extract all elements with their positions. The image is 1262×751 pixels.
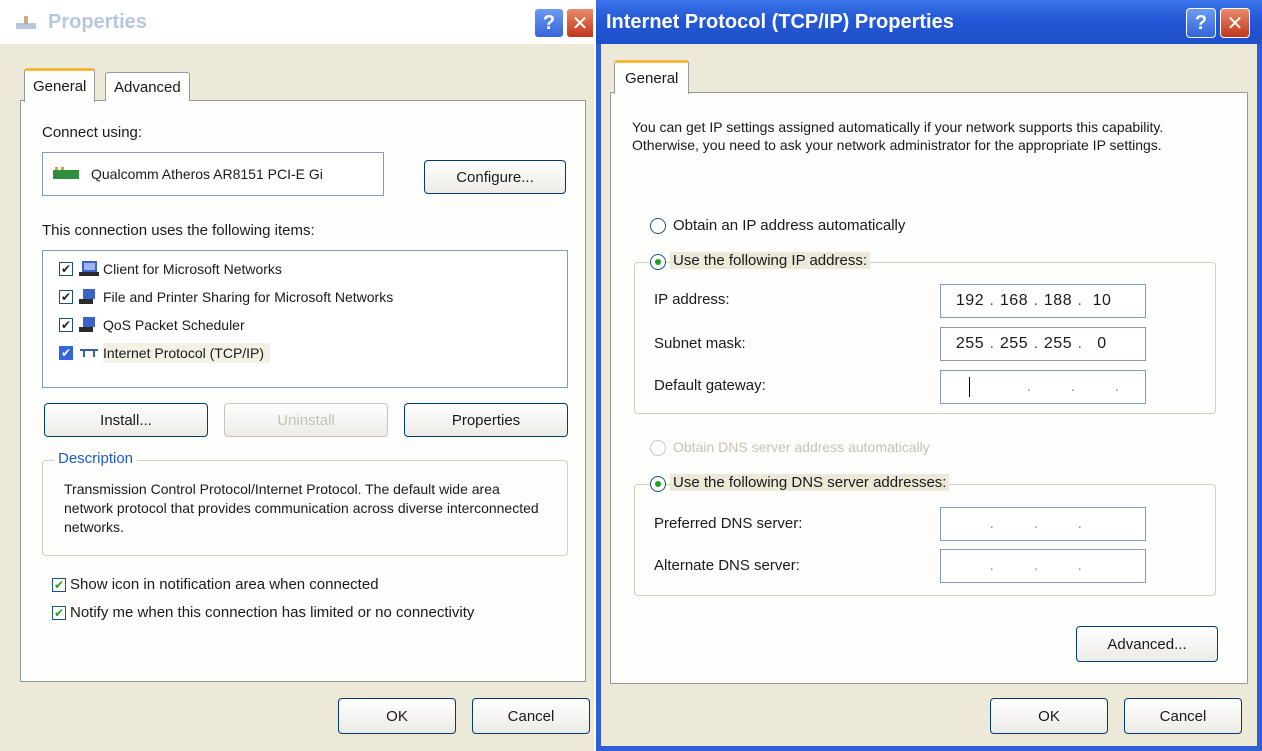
connect-using-label: Connect using: <box>42 124 143 141</box>
show-icon-option[interactable]: ✔ Show icon in notification area when co… <box>52 576 379 593</box>
show-icon-checkbox[interactable]: ✔ <box>52 577 66 592</box>
ok-button[interactable]: OK <box>338 698 456 734</box>
intro-text: You can get IP settings assigned automat… <box>632 119 1164 153</box>
configure-button[interactable]: Configure... <box>424 160 566 194</box>
use-following-dns-radio[interactable] <box>650 476 666 492</box>
list-item[interactable]: ✔ Client for Microsoft Networks <box>43 255 567 283</box>
list-item-selected[interactable]: ✔ Internet Protocol (TCP/IP) <box>43 339 567 367</box>
use-following-ip-radio[interactable] <box>650 254 666 270</box>
alternate-dns-label: Alternate DNS server: <box>654 557 800 574</box>
close-icon[interactable]: ✕ <box>1220 8 1250 38</box>
notify-checkbox[interactable]: ✔ <box>52 605 66 620</box>
advanced-button[interactable]: Advanced... <box>1076 626 1218 662</box>
close-icon[interactable]: ✕ <box>566 8 594 38</box>
subnet-octet-4: 0 <box>1097 335 1107 352</box>
list-item[interactable]: ✔ QoS Packet Scheduler <box>43 311 567 339</box>
tcpip-properties-window: Internet Protocol (TCP/IP) Properties ? … <box>596 0 1262 751</box>
properties-titlebar[interactable]: Properties ? ✕ <box>0 0 594 44</box>
list-item[interactable]: ✔ File and Printer Sharing for Microsoft… <box>43 283 567 311</box>
obtain-dns-auto-radio <box>650 440 666 456</box>
text-cursor <box>969 377 970 397</box>
obtain-ip-auto-radio[interactable] <box>650 218 666 234</box>
tcpip-titlebar[interactable]: Internet Protocol (TCP/IP) Properties ? … <box>596 0 1262 44</box>
default-gateway-field[interactable]: ... <box>940 370 1146 404</box>
tab-advanced[interactable]: Advanced <box>105 72 190 101</box>
description-heading: Description <box>54 450 138 467</box>
cancel-label: Cancel <box>507 707 555 725</box>
ip-octet-2: 168 <box>999 292 1029 309</box>
uninstall-label: Uninstall <box>277 411 335 429</box>
item-label: Client for Microsoft Networks <box>103 261 282 277</box>
ip-octet-1: 192 <box>955 292 985 309</box>
notify-label: Notify me when this connection has limit… <box>70 604 475 621</box>
advanced-label: Advanced... <box>1107 635 1187 653</box>
adapter-field: Qualcomm Atheros AR8151 PCI-E Gi <box>42 152 384 196</box>
item-label: QoS Packet Scheduler <box>103 317 245 333</box>
cancel-label: Cancel <box>1159 707 1207 725</box>
ip-octet-4: 10 <box>1092 292 1112 309</box>
item-checkbox[interactable]: ✔ <box>59 290 73 304</box>
tab-general-label: General <box>33 78 87 95</box>
network-adapter-icon <box>53 167 79 179</box>
configure-label: Configure... <box>456 168 534 186</box>
cancel-button[interactable]: Cancel <box>1124 698 1242 734</box>
components-list[interactable]: ✔ Client for Microsoft Networks ✔ File a… <box>42 250 568 388</box>
preferred-dns-label: Preferred DNS server: <box>654 515 803 532</box>
default-gateway-label: Default gateway: <box>654 377 766 394</box>
properties-title: Properties <box>48 10 147 33</box>
description-text: Transmission Control Protocol/Internet P… <box>64 481 539 535</box>
ok-label: OK <box>1038 707 1060 725</box>
subnet-octet-1: 255 <box>955 335 985 352</box>
network-component-icon <box>79 289 95 304</box>
uninstall-button: Uninstall <box>224 403 388 437</box>
obtain-dns-auto-label: Obtain DNS server address automatically <box>673 439 930 455</box>
item-checkbox[interactable]: ✔ <box>59 318 73 332</box>
properties-button[interactable]: Properties <box>404 403 568 437</box>
subnet-mask-field[interactable]: 255. 255. 255. 0 <box>940 327 1146 361</box>
subnet-octet-3: 255 <box>1043 335 1073 352</box>
protocol-icon <box>80 349 98 357</box>
tab-general[interactable]: General <box>614 60 690 94</box>
tab-advanced-label: Advanced <box>114 78 181 96</box>
tab-general[interactable]: General <box>24 68 96 102</box>
network-component-icon <box>79 261 99 276</box>
tab-general-label: General <box>625 70 679 87</box>
tcpip-title: Internet Protocol (TCP/IP) Properties <box>606 10 954 33</box>
install-label: Install... <box>100 411 152 429</box>
ip-octet-3: 188 <box>1043 292 1073 309</box>
notify-option[interactable]: ✔ Notify me when this connection has lim… <box>52 604 474 621</box>
ok-label: OK <box>386 707 408 725</box>
properties-window: Properties ? ✕ General Advanced Connect … <box>0 0 594 751</box>
show-icon-label: Show icon in notification area when conn… <box>70 576 379 593</box>
install-button[interactable]: Install... <box>44 403 208 437</box>
help-icon[interactable]: ? <box>534 8 564 38</box>
subnet-octet-2: 255 <box>999 335 1029 352</box>
use-following-dns-label: Use the following DNS server addresses: <box>670 474 950 491</box>
ip-address-label: IP address: <box>654 291 730 308</box>
item-checkbox[interactable]: ✔ <box>59 346 73 360</box>
item-checkbox[interactable]: ✔ <box>59 262 73 276</box>
adapter-name: Qualcomm Atheros AR8151 PCI-E Gi <box>91 166 323 182</box>
network-component-icon <box>79 317 95 332</box>
alternate-dns-field[interactable]: ... <box>940 549 1146 583</box>
help-icon[interactable]: ? <box>1186 8 1216 38</box>
item-label: File and Printer Sharing for Microsoft N… <box>103 289 394 305</box>
items-label: This connection uses the following items… <box>42 222 315 239</box>
obtain-ip-auto-label: Obtain an IP address automatically <box>673 217 906 234</box>
subnet-mask-label: Subnet mask: <box>654 335 746 352</box>
item-label: Internet Protocol (TCP/IP) <box>103 343 271 363</box>
network-properties-icon <box>16 16 36 29</box>
properties-label: Properties <box>451 411 521 429</box>
preferred-dns-field[interactable]: ... <box>940 507 1146 541</box>
ip-address-field[interactable]: 192. 168. 188. 10 <box>940 284 1146 318</box>
ok-button[interactable]: OK <box>990 698 1108 734</box>
use-following-ip-label: Use the following IP address: <box>670 252 870 269</box>
cancel-button[interactable]: Cancel <box>472 698 590 734</box>
